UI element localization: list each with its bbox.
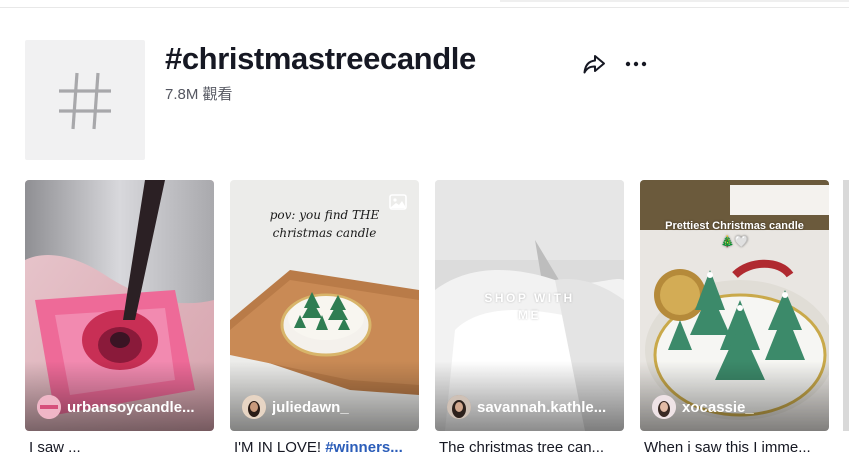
overlay-line: christmas candle [272,226,377,240]
caption-text: I saw ... [29,439,81,456]
view-count: 7.8M 觀看 [165,86,233,103]
author-name: savannah.kathle... [477,398,607,416]
author-link[interactable]: savannah.kathle... [447,395,606,419]
share-arrow-icon [583,55,605,74]
video-caption[interactable]: I'M IN LOVE! #winners... [234,439,423,456]
urbansoy-logo-icon [37,395,61,419]
author-name: juliedawn_ [272,398,349,416]
video-caption[interactable]: I saw ... [29,439,218,456]
person-avatar-icon [652,395,676,419]
more-dots-icon [625,61,647,67]
overlay-line: 🎄🤍 [720,236,749,248]
author-link[interactable]: xocassie_ [652,395,754,419]
person-avatar-icon [242,395,266,419]
video-caption[interactable]: The christmas tree can... [439,439,628,456]
video-card[interactable]: pov: you find THE christmas candle julie… [230,180,419,431]
hashtag-title: #christmastreecandle [165,41,476,76]
hashtag-icon [59,72,111,130]
share-button[interactable] [580,50,608,78]
top-divider [0,7,849,8]
more-options-button[interactable] [622,50,650,78]
author-avatar [242,395,266,419]
video-caption[interactable]: When i saw this I imme... [644,439,833,456]
author-link[interactable]: urbansoycandle... [37,395,195,419]
person-avatar-icon [447,395,471,419]
author-avatar [447,395,471,419]
search-bar-edge [500,0,849,2]
author-link[interactable]: juliedawn_ [242,395,349,419]
author-name: urbansoycandle... [67,398,195,416]
author-avatar [652,395,676,419]
video-card[interactable]: Prettiest Christmas candle 🎄🤍 xocassie_ [640,180,829,431]
video-card[interactable]: SHOP WITH ME savannah.kathle... [435,180,624,431]
caption-text: When i saw this I imme... [644,439,811,456]
author-avatar [37,395,61,419]
overlay-line: Prettiest Christmas candle [665,220,804,232]
photo-icon [389,194,407,215]
caption-text: I'M IN LOVE! [234,439,326,456]
overlay-line: ME [518,308,541,322]
hashtag-avatar [25,40,145,160]
caption-hashtag-link[interactable]: #winners... [325,439,403,456]
caption-text: The christmas tree can... [439,439,605,456]
next-card-peek [843,180,849,431]
author-name: xocassie_ [682,398,754,416]
overlay-line: SHOP WITH [484,291,575,305]
video-card[interactable]: urbansoycandle... [25,180,214,431]
